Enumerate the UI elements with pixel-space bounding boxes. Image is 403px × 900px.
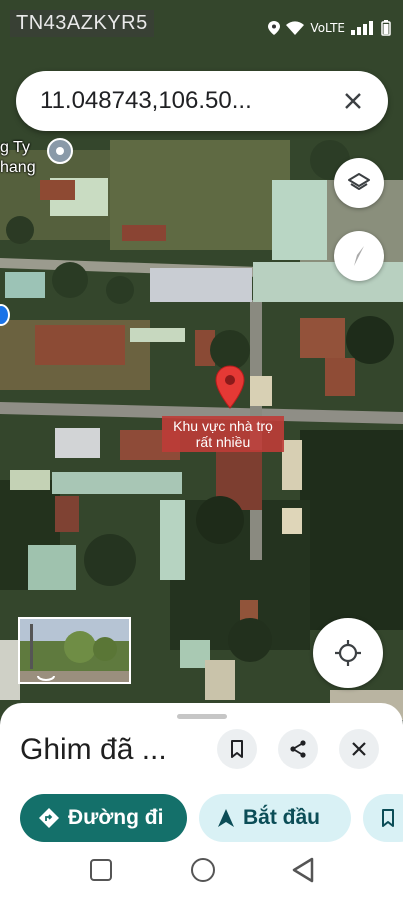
place-sheet[interactable]: Ghim đã ... Đường đi Bắt đầu [0, 703, 403, 848]
signal-icon [351, 21, 373, 35]
share-icon [290, 740, 306, 758]
my-location-button[interactable] [313, 618, 383, 688]
map-annotation: Khu vực nhà trọ rất nhiều [162, 416, 284, 452]
home-button[interactable] [191, 858, 215, 882]
save-button[interactable] [217, 729, 257, 769]
place-label-line2: hang [0, 159, 36, 176]
wifi-icon [286, 21, 305, 35]
system-nav-bar [0, 848, 403, 900]
back-button[interactable] [291, 857, 315, 888]
bookmark-icon [382, 809, 394, 827]
drag-handle[interactable] [177, 714, 227, 719]
share-button[interactable] [278, 729, 318, 769]
annotation-line2: rất nhiều [195, 434, 251, 450]
place-label-line1: g Ty [0, 139, 30, 156]
watermark: TN43AZKYR5 [10, 10, 154, 37]
compass-icon [354, 246, 364, 266]
street-view-thumbnail[interactable] [18, 617, 131, 684]
close-sheet-button[interactable] [339, 729, 379, 769]
directions-button[interactable]: Đường đi [20, 794, 187, 842]
compass-button[interactable] [334, 231, 384, 281]
layers-button[interactable] [334, 158, 384, 208]
layers-icon [348, 173, 370, 190]
status-bar: TN43AZKYR5 VoLTE [0, 0, 403, 52]
place-label[interactable]: g Ty hang [0, 138, 36, 178]
annotation-line1: Khu vực nhà trọ [173, 418, 273, 434]
close-icon [345, 93, 361, 109]
battery-icon [381, 20, 391, 36]
crosshair-icon [335, 640, 361, 666]
status-icons: VoLTE [268, 20, 391, 36]
search-input[interactable]: 11.048743,106.50... [40, 87, 330, 115]
directions-label: Đường đi [68, 806, 164, 829]
location-icon [268, 21, 281, 35]
start-label: Bắt đầu [243, 806, 321, 829]
navigation-arrow-icon [218, 809, 234, 827]
back-icon [292, 857, 314, 883]
poi-marker-icon[interactable] [47, 138, 73, 164]
close-icon [352, 742, 366, 756]
bookmark-icon [231, 740, 243, 758]
save-chip-button[interactable] [363, 794, 403, 842]
start-button[interactable]: Bắt đầu [199, 794, 351, 842]
recents-button[interactable] [90, 859, 112, 881]
directions-icon [39, 808, 59, 828]
sheet-title: Ghim đã ... [20, 733, 167, 766]
search-bar[interactable]: 11.048743,106.50... [16, 71, 388, 131]
clear-search-button[interactable] [336, 84, 370, 118]
network-label: VoLTE [310, 21, 345, 35]
